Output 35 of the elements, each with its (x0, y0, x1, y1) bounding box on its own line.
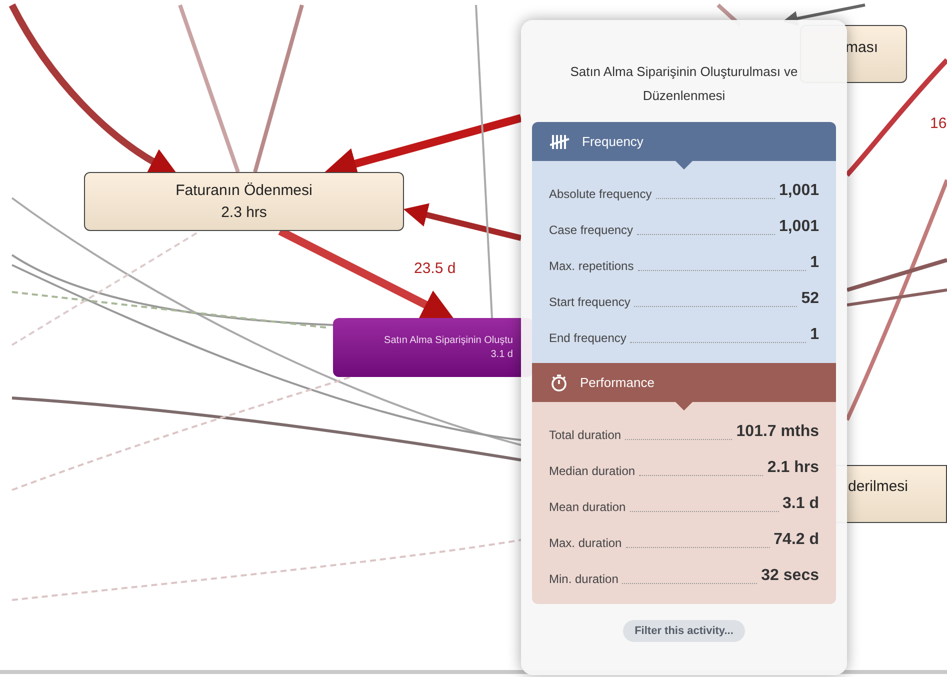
popup-title: Satın Alma Siparişinin Oluşturulması ve Düzenlenmesi (569, 63, 799, 105)
activity-duration: 2.3 hrs (221, 202, 267, 222)
metric-value: 1 (810, 325, 819, 345)
stopwatch-icon (550, 374, 568, 392)
metric-value: 1,001 (778, 181, 819, 201)
metric-value: 2.1 hrs (767, 458, 819, 478)
metric-value: 1 (810, 253, 819, 273)
metric-label: Max. repetitions (549, 258, 634, 275)
metric-value: 52 (801, 289, 819, 309)
edge-label: 23.5 d (414, 259, 456, 279)
metric-label: Median duration (549, 463, 636, 480)
metric-label: Start frequency (549, 294, 630, 311)
activity-name: Faturanın Ödenmesi (176, 180, 312, 200)
metric-label: Total duration (549, 427, 622, 444)
section-title: Performance (580, 374, 654, 392)
filter-button[interactable]: Filter this activity... (622, 620, 746, 642)
metric-value: 74.2 d (774, 530, 819, 550)
metric-value: 1,001 (778, 217, 819, 237)
activity-name: ması (845, 38, 878, 58)
metric-value: 3.1 d (782, 494, 819, 514)
edge-label: 16 (930, 114, 947, 134)
metric-label: Max. duration (549, 535, 622, 552)
tally-icon (550, 134, 570, 150)
metric-label: End frequency (549, 330, 626, 347)
metric-label: Case frequency (549, 222, 634, 239)
metric-value: 32 secs (761, 566, 819, 586)
section-title: Frequency (582, 132, 644, 151)
activity-duration: 3.1 d (490, 348, 513, 362)
metric-value: 101.7 mths (736, 422, 819, 442)
metric-label: Mean duration (549, 499, 626, 516)
metric-label: Min. duration (549, 571, 618, 588)
activity-name: Satın Alma Siparişinin Oluştu (384, 334, 513, 348)
activity-name: derilmesi (848, 477, 908, 497)
activity-node[interactable]: Faturanın Ödenmesi 2.3 hrs (84, 172, 404, 231)
metric-label: Absolute frequency (549, 186, 652, 203)
